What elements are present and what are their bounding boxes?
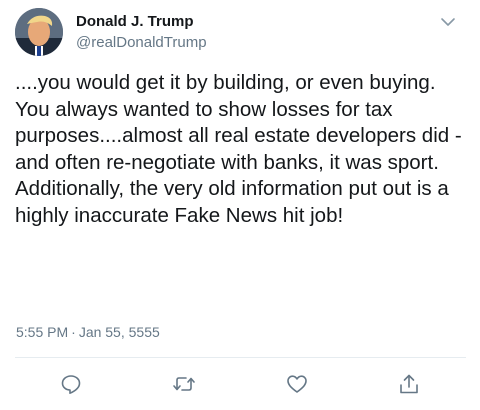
tweet-card: Donald J. Trump @realDonaldTrump ....you… — [0, 0, 480, 410]
reply-icon — [60, 373, 82, 395]
tweet-timestamp[interactable]: 5:55 PM · Jan 55, 5555 — [16, 324, 160, 340]
timestamp-separator: · — [71, 324, 76, 340]
tweet-text: ....you would get it by building, or eve… — [15, 71, 468, 227]
username-handle[interactable]: @realDonaldTrump — [76, 34, 207, 51]
share-button[interactable] — [398, 373, 420, 395]
avatar-image — [15, 8, 63, 56]
chevron-down-icon[interactable] — [438, 14, 458, 30]
retweet-icon — [172, 373, 195, 395]
retweet-button[interactable] — [172, 373, 195, 395]
display-name[interactable]: Donald J. Trump — [76, 13, 194, 30]
tweet-time: 5:55 PM — [16, 324, 69, 340]
tweet-date: Jan 55, 5555 — [78, 324, 160, 340]
divider — [15, 357, 466, 358]
heart-icon — [286, 373, 308, 395]
like-button[interactable] — [286, 373, 308, 395]
reply-button[interactable] — [60, 373, 82, 395]
share-icon — [398, 373, 420, 395]
avatar[interactable] — [15, 8, 63, 56]
